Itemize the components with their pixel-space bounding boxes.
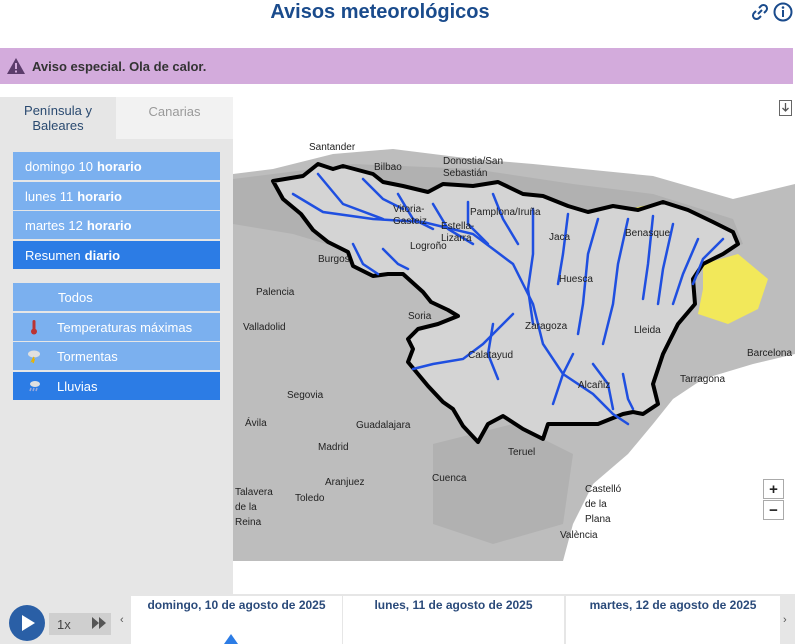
city-label: Burgos (318, 254, 350, 265)
header: Avisos meteorológicos (0, 0, 795, 32)
period-domingo-horario[interactable]: domingo 10 horario (13, 152, 220, 180)
city-label: Toledo (295, 493, 325, 504)
city-label: Calatayud (468, 350, 514, 361)
city-label: Logroño (410, 241, 447, 252)
info-icon[interactable] (773, 2, 793, 22)
zoom-out-button[interactable]: − (763, 500, 784, 520)
rain-icon (29, 381, 40, 392)
timeline-prev-arrow[interactable]: ‹ (120, 614, 124, 626)
alert-banner[interactable]: Aviso especial. Ola de calor. (0, 48, 793, 84)
timeline-day-2[interactable]: lunes, 11 de agosto de 2025 (343, 596, 564, 644)
city-label: Huesca (559, 274, 593, 285)
map-toolbar (233, 97, 795, 124)
period-martes-horario[interactable]: martes 12 horario (13, 211, 220, 239)
city-label: Alcañiz (578, 380, 611, 391)
layer-lluvias[interactable]: Lluvias (13, 372, 220, 400)
city-label: Cuenca (432, 473, 467, 484)
city-label: Lleida (634, 325, 661, 336)
link-icon[interactable] (750, 2, 770, 22)
thermometer-icon (31, 320, 37, 335)
play-button[interactable] (9, 605, 45, 641)
city-label: Zaragoza (525, 321, 568, 332)
city-label: Valladolid (243, 322, 286, 333)
timeline-marker[interactable] (224, 634, 238, 644)
tab-canarias[interactable]: Canarias (116, 97, 233, 139)
timeline-day-3[interactable]: martes, 12 de agosto de 2025 (566, 596, 780, 644)
tab-peninsula-baleares[interactable]: Península y Baleares (0, 97, 116, 139)
layer-todos[interactable]: Todos (13, 283, 220, 311)
city-label: Segovia (287, 390, 324, 401)
city-label: Vitoria-Gasteiz (393, 204, 427, 227)
zoom-in-button[interactable]: + (763, 479, 784, 499)
city-label: Guadalajara (356, 420, 411, 431)
city-label: Tarragona (680, 374, 726, 385)
city-label: València (560, 530, 598, 541)
city-label: Soria (408, 311, 432, 322)
storm-cloud-icon (28, 350, 40, 364)
city-label: Talavera de la Reina (235, 487, 273, 528)
city-label: Teruel (508, 447, 536, 458)
city-label: Madrid (318, 442, 349, 453)
city-label: Barcelona (747, 348, 793, 359)
city-label: Aranjuez (325, 477, 365, 488)
warning-icon (7, 58, 25, 74)
timeline-next-arrow[interactable]: › (783, 614, 787, 626)
city-label: Benasque (625, 228, 671, 239)
city-label: Bilbao (374, 162, 402, 173)
city-label: Pamplona/Iruña (470, 207, 541, 218)
download-icon[interactable] (779, 100, 792, 116)
city-label: Estella-Lizarra (441, 221, 475, 244)
period-lunes-horario[interactable]: lunes 11 horario (13, 182, 220, 210)
weather-map[interactable]: Santander Bilbao Donostia/San Sebastián … (233, 124, 795, 561)
city-label: Donostia/San Sebastián (443, 156, 504, 179)
page-title: Avisos meteorológicos (270, 1, 490, 23)
layer-tormentas[interactable]: Tormentas (13, 342, 220, 370)
region-tabs: Península y Baleares Canarias (0, 97, 233, 139)
city-label: Ávila (245, 418, 267, 429)
city-label: Jaca (549, 232, 571, 243)
alert-text: Aviso especial. Ola de calor. (32, 58, 207, 74)
city-label: Palencia (256, 287, 295, 298)
fast-forward-icon[interactable] (92, 617, 106, 629)
city-label: Castelló de la Plana (585, 484, 622, 525)
play-icon (22, 615, 35, 631)
layer-temperaturas-maximas[interactable]: Temperaturas máximas (13, 313, 220, 341)
aemet-logo: aemet (712, 532, 756, 549)
city-label: Santander (309, 142, 356, 153)
period-resumen-diario[interactable]: Resumen diario (13, 241, 220, 269)
